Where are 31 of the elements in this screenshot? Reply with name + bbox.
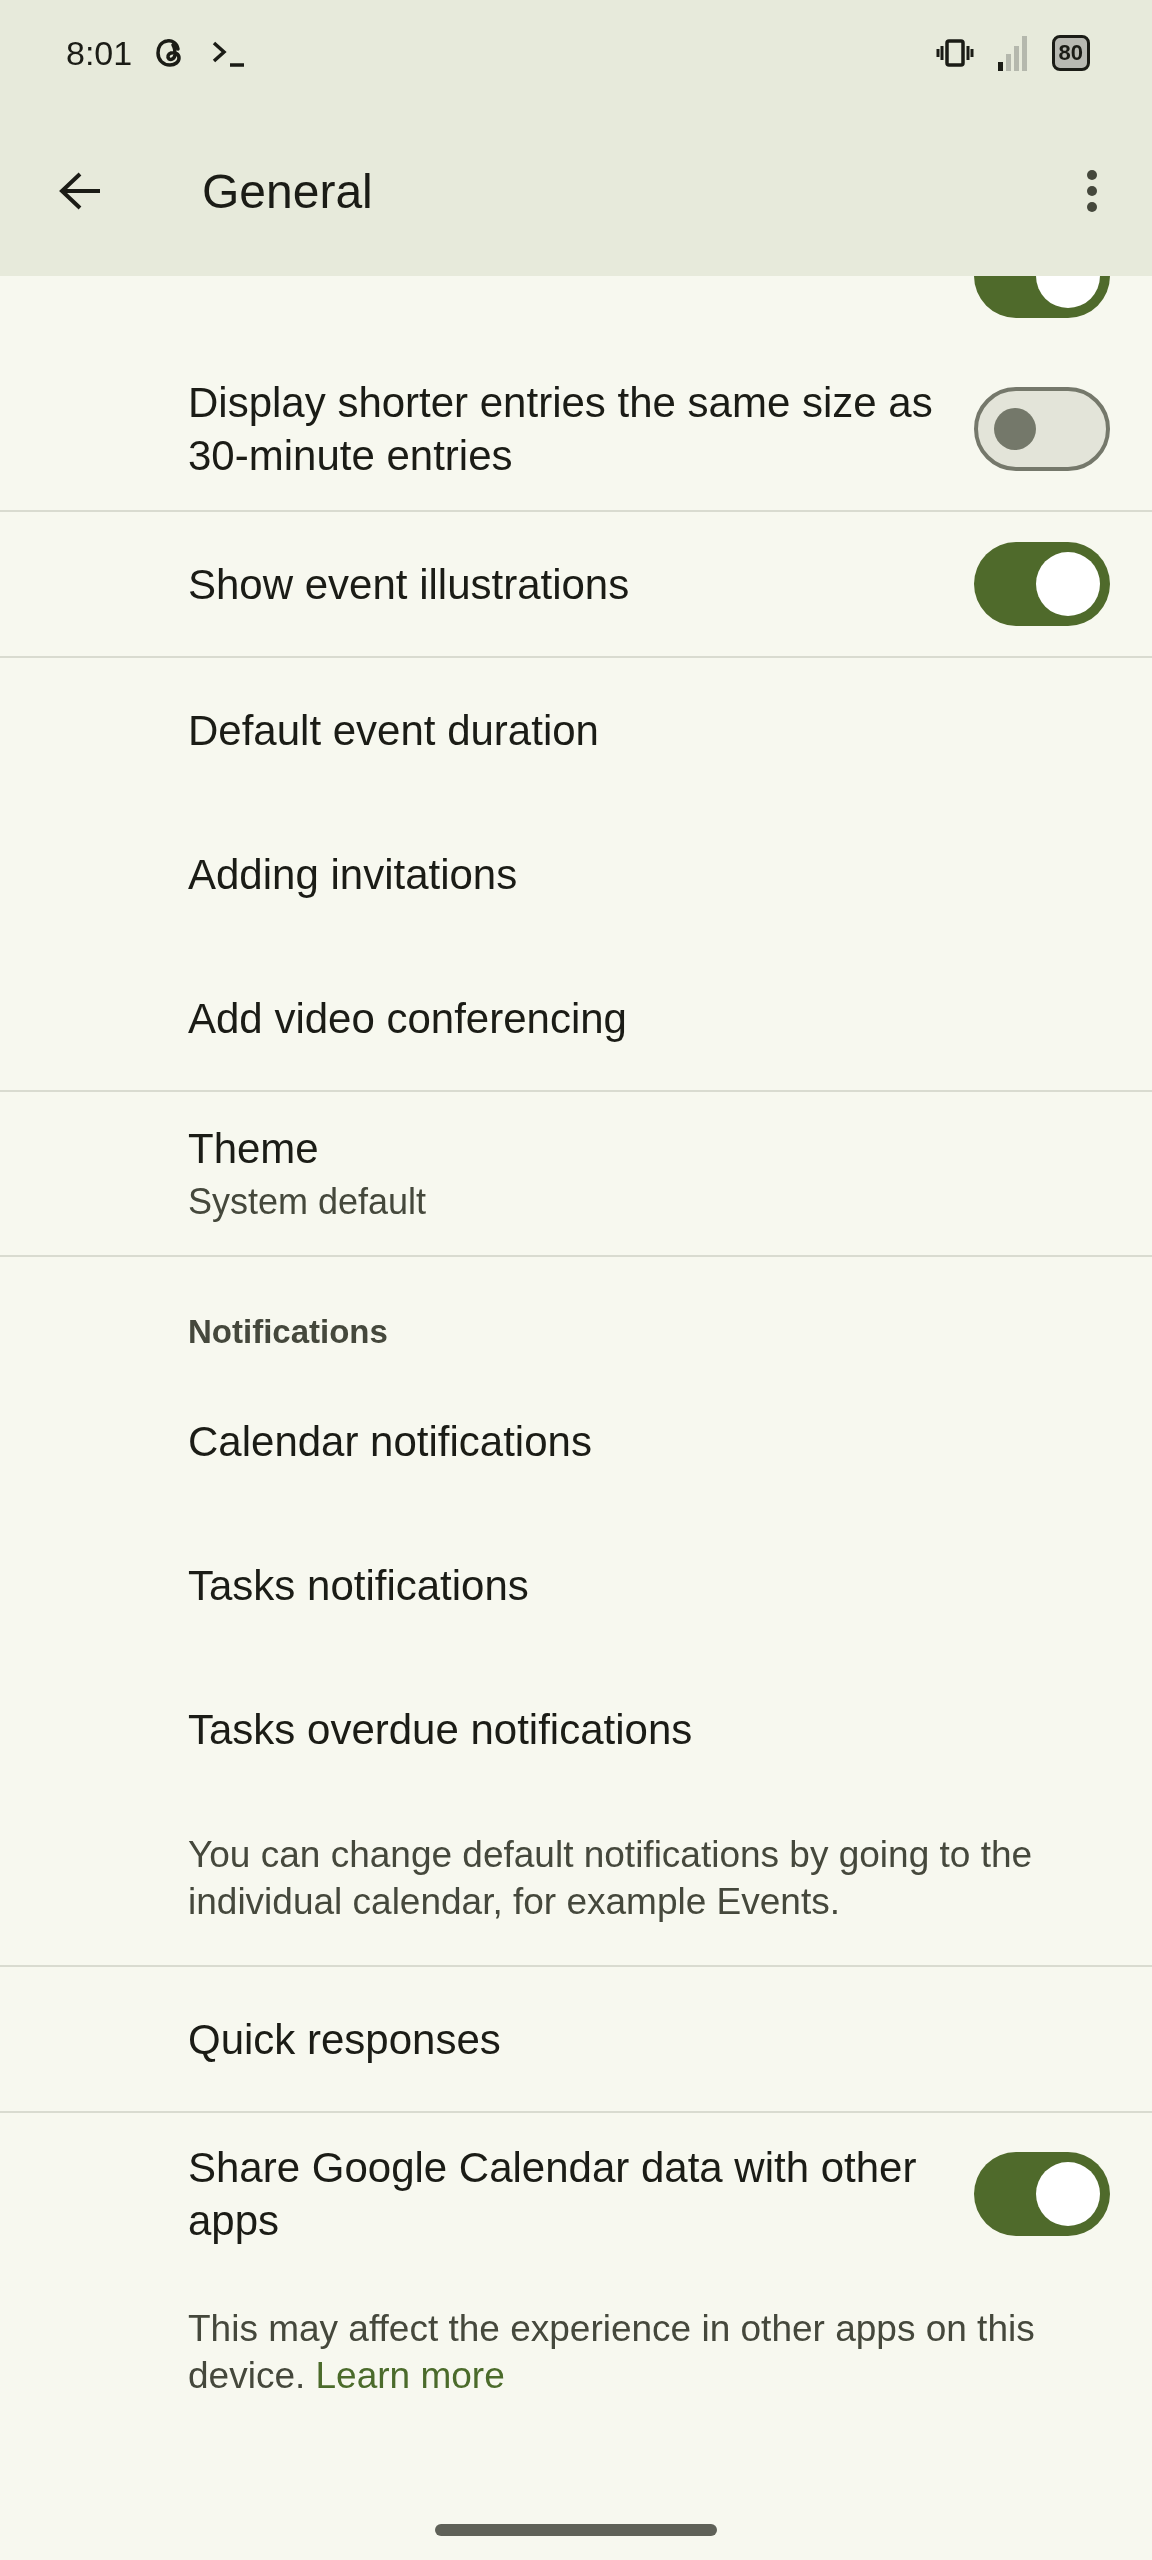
settings-item[interactable]: Adding invitations [0, 802, 1152, 946]
settings-item[interactable]: Calendar notifications [0, 1369, 1152, 1513]
settings-item[interactable]: Add video conferencing [0, 946, 1152, 1090]
settings-item[interactable]: Tasks notifications [0, 1513, 1152, 1657]
setting-label: Share Google Calendar data with other apps [188, 2143, 918, 2246]
status-time: 8:01 [66, 33, 133, 73]
setting-label: Tasks overdue notifications [188, 1704, 694, 1755]
learn-more-link[interactable]: Learn more [315, 2355, 505, 2396]
settings-item[interactable]: Tasks overdue notifications [0, 1657, 1152, 1801]
battery-icon: 80 [1051, 35, 1090, 71]
section-header: Notifications [188, 1313, 388, 1351]
setting-label: Calendar notifications [188, 1416, 593, 1467]
signal-icon [995, 34, 1030, 72]
back-arrow-icon [58, 171, 102, 211]
setting-label: Show event illustrations [188, 559, 631, 610]
setting-value: System default [188, 1180, 428, 1224]
settings-item[interactable]: Quick responses [0, 1967, 1152, 2111]
setting-label: Quick responses [188, 2014, 502, 2065]
vibrate-icon [935, 38, 974, 68]
setting-label: Tasks notifications [188, 1560, 530, 1611]
setting-label: Default event duration [188, 705, 600, 756]
setting-label: Display shorter entries the same size as 30-minute entries [188, 378, 934, 481]
setting-label: Adding invitations [188, 849, 519, 900]
page-title: General [202, 163, 374, 219]
settings-item[interactable]: Default event duration [0, 658, 1152, 802]
settings-item[interactable]: Theme System default [0, 1092, 1152, 1255]
hint-text: This may affect the experience in other apps on this device. Learn more [188, 2307, 1036, 2398]
more-vert-icon [1086, 169, 1098, 213]
hint-text: You can change default notifications by going to the individual calendar, for example Events. [188, 1833, 1034, 1924]
setting-label: Theme [188, 1124, 320, 1174]
setting-label: Add video conferencing [188, 993, 628, 1044]
